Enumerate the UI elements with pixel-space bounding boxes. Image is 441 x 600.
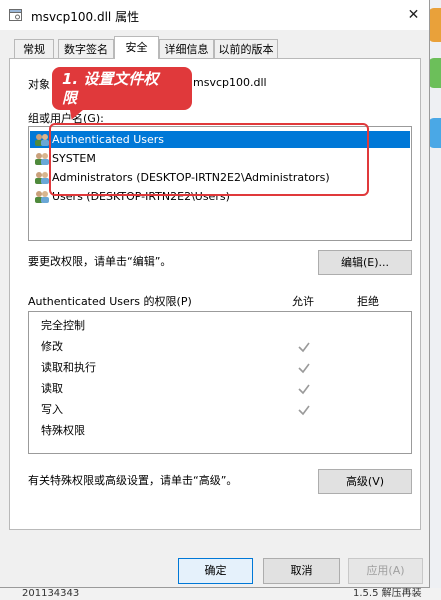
tab-digital-signatures[interactable]: 数字签名 — [58, 39, 114, 58]
ok-button[interactable]: 确定 — [178, 558, 253, 584]
permission-name: 读取 — [41, 382, 63, 395]
permission-row-full-control: 完全控制 — [41, 316, 85, 336]
allow-check-icon — [298, 342, 310, 353]
user-group-icon — [35, 134, 49, 146]
annotation-callout: 1. 设置文件权 限 — [52, 67, 192, 110]
background-text-right: 1.5.5 解压再装 — [353, 588, 422, 599]
tab-previous-versions[interactable]: 以前的版本 — [214, 39, 278, 58]
background-window-bottom: 201134343 1.5.5 解压再装 — [0, 588, 441, 600]
title-bar[interactable]: msvcp100.dll 属性 ✕ — [0, 0, 429, 30]
window-title: msvcp100.dll 属性 — [31, 10, 140, 24]
permission-name: 读取和执行 — [41, 361, 96, 374]
allow-check-icon — [298, 363, 310, 374]
tab-label: 安全 — [125, 41, 148, 54]
advanced-button[interactable]: 高级(V) — [318, 469, 412, 494]
apply-button: 应用(A) — [348, 558, 423, 584]
tab-general[interactable]: 常规 — [14, 39, 54, 58]
tab-label: 详细信息 — [164, 43, 209, 56]
advanced-settings-hint: 有关特殊权限或高级设置，请单击“高级”。 — [28, 474, 238, 487]
annotation-highlight-box — [49, 123, 369, 196]
annotation-line-1: 1. 设置文件权 — [62, 70, 159, 88]
permission-row-special: 特殊权限 — [41, 421, 85, 441]
permission-row-read-execute: 读取和执行 — [41, 358, 96, 378]
deny-column-header: 拒绝 — [357, 295, 379, 308]
tab-label: 常规 — [23, 43, 45, 56]
object-name-label: 对象 — [28, 78, 50, 91]
permission-name: 修改 — [41, 340, 63, 353]
tab-security[interactable]: 安全 — [114, 36, 159, 59]
edit-button[interactable]: 编辑(E)... — [318, 250, 412, 275]
allow-column-header: 允许 — [292, 295, 314, 308]
annotation-line-2: 限 — [62, 89, 78, 107]
tab-details[interactable]: 详细信息 — [159, 39, 214, 58]
tab-label: 以前的版本 — [218, 43, 274, 56]
dll-file-icon — [9, 9, 22, 21]
permission-name: 完全控制 — [41, 319, 85, 332]
background-text-left: 201134343 — [22, 588, 80, 599]
permission-row-modify: 修改 — [41, 337, 63, 357]
allow-check-icon — [298, 384, 310, 395]
permissions-title: Authenticated Users 的权限(P) — [28, 295, 192, 308]
permissions-list[interactable]: 完全控制 修改 读取和执行 读取 写入 特殊权限 — [28, 311, 412, 454]
permission-name: 写入 — [41, 403, 63, 416]
permission-name: 特殊权限 — [41, 424, 85, 437]
permission-row-write: 写入 — [41, 400, 63, 420]
user-group-icon — [35, 153, 49, 165]
close-icon: ✕ — [407, 7, 420, 23]
user-group-icon — [35, 191, 49, 203]
object-name-value: msvcp100.dll — [193, 76, 267, 89]
cancel-button[interactable]: 取消 — [263, 558, 340, 584]
allow-check-icon — [298, 405, 310, 416]
close-button[interactable]: ✕ — [398, 0, 429, 30]
user-group-icon — [35, 172, 49, 184]
permission-row-read: 读取 — [41, 379, 63, 399]
change-permissions-hint: 要更改权限，请单击“编辑”。 — [28, 255, 172, 268]
tab-label: 数字签名 — [64, 43, 108, 56]
